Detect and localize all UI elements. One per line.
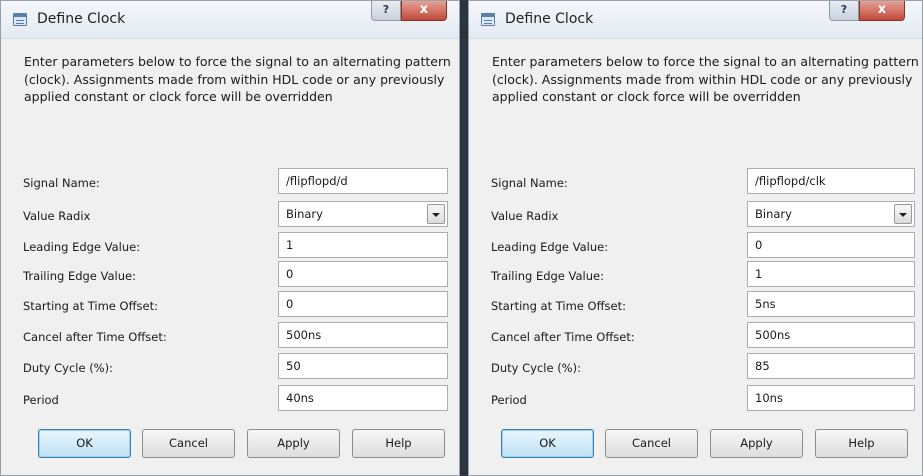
start-offset-label: Starting at Time Offset: [23, 299, 158, 313]
leading-edge-input[interactable]: 0 [747, 232, 915, 258]
leading-edge-input[interactable]: 1 [278, 232, 448, 258]
cancel-offset-input[interactable]: 500ns [278, 322, 448, 348]
dialog-description: Enter parameters below to force the sign… [492, 54, 919, 104]
period-input[interactable]: 40ns [278, 385, 448, 411]
close-button[interactable]: x [401, 1, 447, 21]
window-gap [460, 0, 468, 476]
value-radix-value: Binary [286, 207, 323, 221]
signal-name-input[interactable]: /flipflopd/clk [747, 168, 915, 194]
help-title-button[interactable]: ? [829, 1, 859, 21]
trailing-edge-input[interactable]: 1 [747, 261, 915, 287]
period-input[interactable]: 10ns [747, 385, 915, 411]
trailing-edge-label: Trailing Edge Value: [491, 269, 604, 283]
period-label: Period [491, 393, 527, 407]
duty-cycle-label: Duty Cycle (%): [23, 361, 113, 375]
value-radix-label: Value Radix [491, 209, 559, 223]
close-button[interactable]: x [859, 1, 905, 21]
cancel-button[interactable]: Cancel [605, 429, 698, 458]
window-app-icon [481, 13, 495, 26]
start-offset-label: Starting at Time Offset: [491, 299, 626, 313]
value-radix-value: Binary [755, 207, 792, 221]
value-radix-select[interactable]: Binary [747, 201, 915, 227]
help-title-button[interactable]: ? [371, 1, 401, 21]
dialog-title: Define Clock [37, 11, 126, 27]
help-button[interactable]: Help [352, 429, 445, 458]
title-bar[interactable]: Define Clock ? x [1, 1, 459, 39]
dialog-title: Define Clock [505, 11, 594, 27]
signal-name-label: Signal Name: [491, 176, 568, 190]
chevron-down-icon[interactable] [427, 204, 445, 224]
value-radix-select[interactable]: Binary [278, 201, 448, 227]
dialog-description: Enter parameters below to force the sign… [24, 54, 451, 104]
cancel-button[interactable]: Cancel [142, 429, 235, 458]
title-bar[interactable]: Define Clock ? x [469, 1, 922, 39]
window-app-icon [13, 13, 27, 26]
duty-cycle-input[interactable]: 85 [747, 353, 915, 379]
leading-edge-label: Leading Edge Value: [23, 240, 141, 254]
value-radix-label: Value Radix [23, 209, 91, 223]
duty-cycle-label: Duty Cycle (%): [491, 361, 581, 375]
cancel-offset-label: Cancel after Time Offset: [23, 330, 167, 344]
duty-cycle-input[interactable]: 50 [278, 353, 448, 379]
trailing-edge-label: Trailing Edge Value: [23, 269, 136, 283]
chevron-down-icon[interactable] [894, 204, 912, 224]
trailing-edge-input[interactable]: 0 [278, 261, 448, 287]
cancel-offset-label: Cancel after Time Offset: [491, 330, 635, 344]
start-offset-input[interactable]: 5ns [747, 291, 915, 317]
cancel-offset-input[interactable]: 500ns [747, 322, 915, 348]
apply-button[interactable]: Apply [710, 429, 803, 458]
define-clock-dialog-right: Define Clock ? x Enter parameters below … [468, 0, 923, 476]
start-offset-input[interactable]: 0 [278, 291, 448, 317]
signal-name-label: Signal Name: [23, 176, 100, 190]
apply-button[interactable]: Apply [247, 429, 340, 458]
ok-button[interactable]: OK [38, 429, 131, 458]
help-button[interactable]: Help [815, 429, 908, 458]
define-clock-dialog-left: Define Clock ? x Enter parameters below … [0, 0, 460, 476]
signal-name-input[interactable]: /flipflopd/d [278, 168, 448, 194]
period-label: Period [23, 393, 59, 407]
leading-edge-label: Leading Edge Value: [491, 240, 609, 254]
ok-button[interactable]: OK [501, 429, 594, 458]
